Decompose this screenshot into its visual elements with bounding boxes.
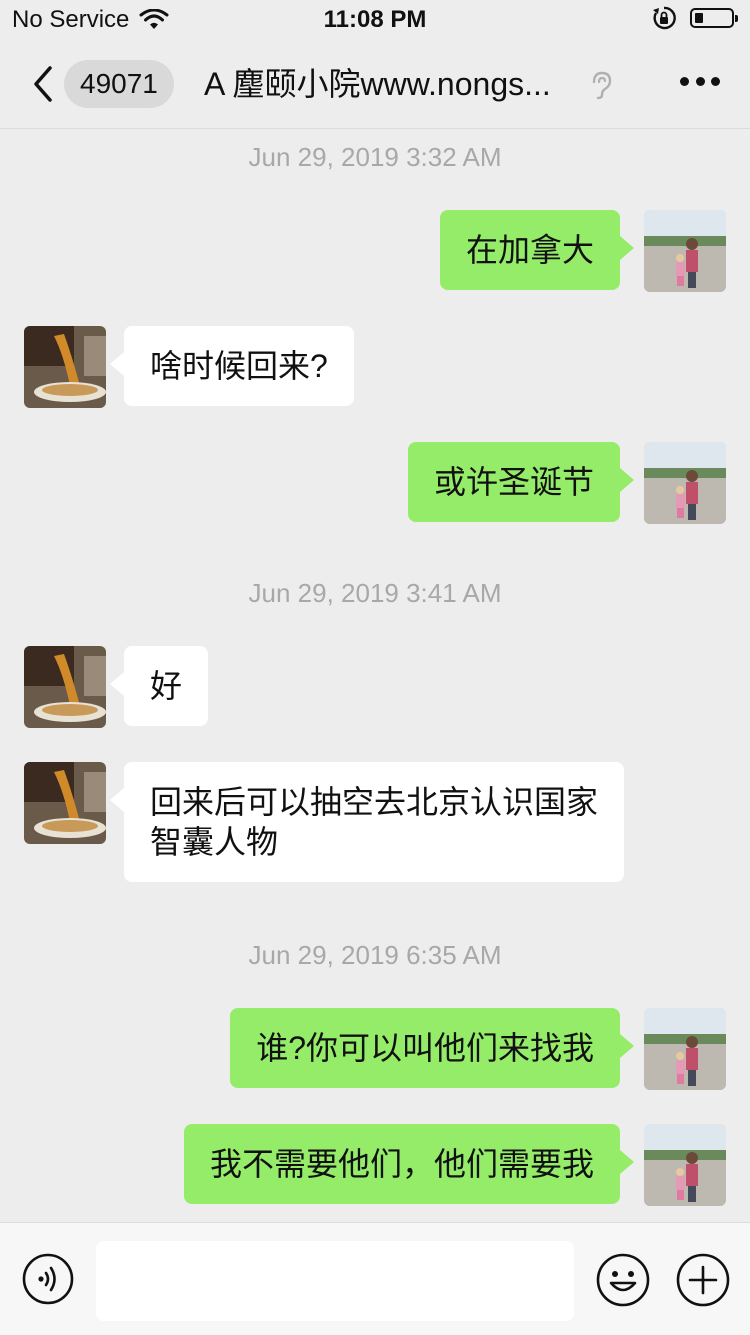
timestamp: Jun 29, 2019 3:32 AM [248,142,502,172]
my-avatar[interactable] [644,442,726,524]
rotation-lock-icon [653,6,676,30]
battery-icon [690,8,738,28]
my-avatar[interactable] [644,210,726,292]
my-avatar[interactable] [644,1008,726,1090]
my-avatar[interactable] [644,1124,726,1206]
plus-icon[interactable] [676,1253,730,1307]
chat-title: A 麈颐小院www.nongs... [204,66,551,102]
incoming-message-bubble[interactable]: 好 [109,646,209,726]
status-bar: No Service 11:08 PM [0,0,750,40]
timestamp: Jun 29, 2019 6:35 AM [248,940,502,970]
outgoing-message-bubble[interactable]: 谁?你可以叫他们来找我 [230,1008,634,1088]
chat-header: 49071 A 麈颐小院www.nongs... [0,40,750,129]
incoming-message-bubble[interactable]: 啥时候回来? [110,326,354,406]
status-right [652,6,738,30]
contact-avatar[interactable] [24,646,106,728]
timestamp: Jun 29, 2019 3:41 AM [248,578,502,608]
chevron-left-icon[interactable] [30,64,58,104]
outgoing-message-bubble[interactable]: 我不需要他们，他们需要我 [183,1124,635,1204]
emoji-icon[interactable] [596,1253,650,1307]
outgoing-message-bubble[interactable]: 或许圣诞节 [407,442,635,522]
more-icon[interactable] [680,74,720,88]
status-time: 11:08 PM [323,6,427,33]
message-input-bar [0,1222,750,1335]
message-text-field[interactable] [96,1241,574,1321]
outgoing-message-bubble[interactable]: 在加拿大 [439,210,635,290]
ear-icon [592,71,612,100]
contact-avatar[interactable] [24,762,106,844]
unread-count-badge[interactable]: 49071 [64,60,174,108]
incoming-message-bubble[interactable]: 回来后可以抽空去北京认识国家智囊人物 [110,762,624,882]
voice-icon[interactable] [22,1253,74,1305]
contact-avatar[interactable] [24,326,106,408]
